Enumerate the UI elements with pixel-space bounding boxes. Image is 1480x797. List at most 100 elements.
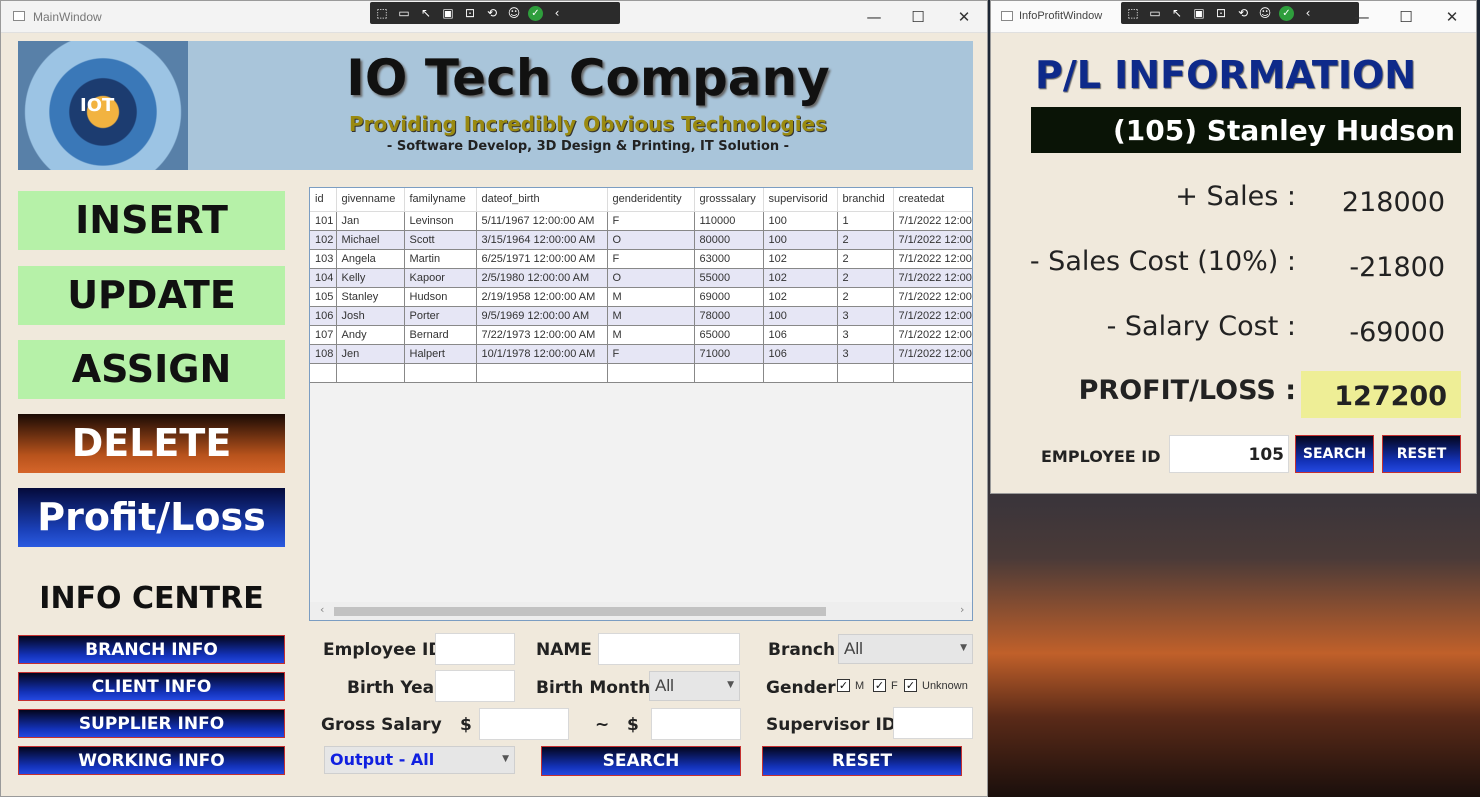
table-cell[interactable]: Jen (336, 344, 405, 364)
new-row-placeholder[interactable] (310, 363, 972, 383)
table-cell[interactable]: 104 (310, 268, 337, 288)
table-cell[interactable]: 7/1/2022 12:00 (893, 306, 972, 326)
table-cell[interactable]: 7/1/2022 12:00 (893, 287, 972, 307)
table-cell[interactable]: Jan (336, 211, 405, 231)
table-cell[interactable]: 10/1/1978 12:00:00 AM (476, 344, 608, 364)
profit-loss-button[interactable]: Profit/Loss (18, 488, 285, 547)
video-icon[interactable]: ▭ (396, 6, 412, 20)
select-element-icon[interactable]: ⬚ (1125, 6, 1141, 20)
minimize-button[interactable]: — (1347, 5, 1377, 29)
column-header[interactable]: dateof_birth (476, 188, 608, 212)
pl-employee-id-input[interactable]: 105 (1169, 435, 1289, 473)
reset-button[interactable]: RESET (762, 746, 962, 776)
table-cell[interactable]: 103 (310, 249, 337, 269)
close-button[interactable]: ✕ (1437, 5, 1467, 29)
table-cell[interactable]: F (607, 249, 695, 269)
table-cell[interactable]: Josh (336, 306, 405, 326)
table-cell[interactable]: 2/5/1980 12:00:00 AM (476, 268, 608, 288)
table-cell[interactable] (310, 363, 337, 383)
table-cell[interactable]: Kapoor (404, 268, 477, 288)
table-cell[interactable]: 2 (837, 249, 894, 269)
table-cell[interactable]: 110000 (694, 211, 764, 231)
accessibility-icon[interactable]: ☺ (506, 6, 522, 20)
table-row[interactable]: 103 Angela Martin 6/25/1971 12:00:00 AM F 630… (310, 249, 972, 269)
delete-button[interactable]: DELETE (18, 414, 285, 473)
table-cell[interactable]: Stanley (336, 287, 405, 307)
column-header[interactable]: createdat (893, 188, 972, 212)
table-cell[interactable]: 9/5/1969 12:00:00 AM (476, 306, 608, 326)
horizontal-scrollbar[interactable]: ‹ › (310, 602, 972, 620)
table-cell[interactable]: O (607, 268, 695, 288)
check-icon[interactable]: ✓ (528, 5, 543, 21)
gender-m-checkbox[interactable]: ✓ (837, 679, 850, 692)
working-info-button[interactable]: WORKING INFO (18, 746, 285, 775)
table-cell[interactable] (404, 363, 477, 383)
table-row[interactable]: 101 Jan Levinson 5/11/1967 12:00:00 AM F 1100… (310, 211, 972, 231)
table-cell[interactable] (763, 363, 838, 383)
table-cell[interactable]: Halpert (404, 344, 477, 364)
table-cell[interactable]: 3 (837, 325, 894, 345)
table-cell[interactable]: 2/19/1958 12:00:00 AM (476, 287, 608, 307)
client-info-button[interactable]: CLIENT INFO (18, 672, 285, 701)
collapse-icon[interactable]: ‹ (549, 6, 565, 20)
cursor-icon[interactable]: ↖ (1169, 6, 1185, 20)
table-cell[interactable]: 7/1/2022 12:00 (893, 211, 972, 231)
table-cell[interactable]: 102 (763, 287, 838, 307)
table-cell[interactable]: 7/1/2022 12:00 (893, 230, 972, 250)
table-cell[interactable] (607, 363, 695, 383)
close-button[interactable]: ✕ (949, 5, 979, 29)
pl-reset-button[interactable]: RESET (1382, 435, 1461, 473)
hot-reload-icon[interactable]: ⟲ (1235, 6, 1251, 20)
table-cell[interactable] (336, 363, 405, 383)
column-header[interactable]: id (310, 188, 337, 212)
maximize-button[interactable]: ☐ (1391, 5, 1421, 29)
branch-select[interactable]: All ▼ (838, 634, 973, 664)
employee-id-input[interactable] (435, 633, 515, 665)
table-cell[interactable]: 100 (763, 230, 838, 250)
table-cell[interactable]: Martin (404, 249, 477, 269)
table-row[interactable]: 102 Michael Scott 3/15/1964 12:00:00 AM O 800… (310, 230, 972, 250)
employee-datagrid[interactable]: id givenname familyname dateof_birth genderi… (309, 187, 973, 621)
minimize-button[interactable]: — (859, 5, 889, 29)
table-cell[interactable]: Michael (336, 230, 405, 250)
search-button[interactable]: SEARCH (541, 746, 741, 776)
collapse-icon[interactable]: ‹ (1300, 6, 1316, 20)
frame-icon[interactable]: ▣ (440, 6, 456, 20)
table-cell[interactable]: 69000 (694, 287, 764, 307)
pl-search-button[interactable]: SEARCH (1295, 435, 1374, 473)
update-button[interactable]: UPDATE (18, 266, 285, 325)
assign-button[interactable]: ASSIGN (18, 340, 285, 399)
select-element-icon[interactable]: ⬚ (374, 6, 390, 20)
table-cell[interactable]: 55000 (694, 268, 764, 288)
table-cell[interactable]: Angela (336, 249, 405, 269)
table-row[interactable]: 108 Jen Halpert 10/1/1978 12:00:00 AM F 71000… (310, 344, 972, 364)
table-cell[interactable]: 80000 (694, 230, 764, 250)
table-cell[interactable]: 7/1/2022 12:00 (893, 325, 972, 345)
supplier-info-button[interactable]: SUPPLIER INFO (18, 709, 285, 738)
table-cell[interactable]: 3/15/1964 12:00:00 AM (476, 230, 608, 250)
check-icon[interactable]: ✓ (1279, 5, 1294, 21)
table-row[interactable]: 104 Kelly Kapoor 2/5/1980 12:00:00 AM O 55000… (310, 268, 972, 288)
table-cell[interactable]: F (607, 211, 695, 231)
cursor-icon[interactable]: ↖ (418, 6, 434, 20)
table-cell[interactable]: O (607, 230, 695, 250)
column-header[interactable]: familyname (404, 188, 477, 212)
table-cell[interactable]: 102 (763, 249, 838, 269)
table-cell[interactable]: Bernard (404, 325, 477, 345)
name-input[interactable] (598, 633, 740, 665)
layout-icon[interactable]: ⊡ (1213, 6, 1229, 20)
video-icon[interactable]: ▭ (1147, 6, 1163, 20)
gender-unknown-checkbox[interactable]: ✓ (904, 679, 917, 692)
table-cell[interactable]: Andy (336, 325, 405, 345)
table-cell[interactable]: M (607, 306, 695, 326)
table-cell[interactable] (694, 363, 764, 383)
table-cell[interactable]: 3 (837, 306, 894, 326)
column-header[interactable]: supervisorid (763, 188, 838, 212)
table-cell[interactable]: 78000 (694, 306, 764, 326)
table-cell[interactable]: 7/1/2022 12:00 (893, 249, 972, 269)
hot-reload-icon[interactable]: ⟲ (484, 6, 500, 20)
table-cell[interactable]: Kelly (336, 268, 405, 288)
birth-month-select[interactable]: All ▼ (649, 671, 740, 701)
table-cell[interactable]: 106 (310, 306, 337, 326)
table-row[interactable]: 106 Josh Porter 9/5/1969 12:00:00 AM M 78000 1… (310, 306, 972, 326)
